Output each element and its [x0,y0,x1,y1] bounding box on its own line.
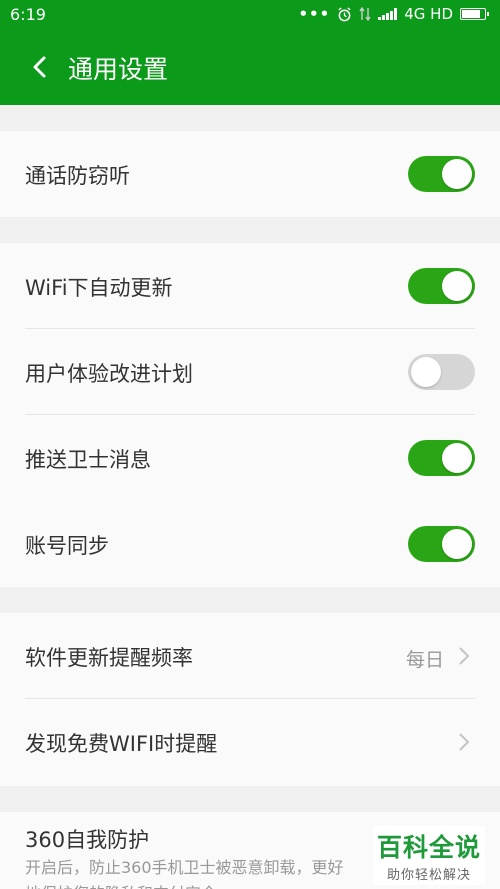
toggle-knob [442,529,472,559]
toggle-switch-user-experience[interactable] [408,354,475,390]
setting-label: 通话防窃听 [25,164,130,188]
more-dots-icon: ••• [298,5,331,23]
alarm-icon [338,6,351,21]
self-protection-description: 开启后，防止360手机卫士被恶意卸载，更好地保护您的隐私和支付安全 [25,858,344,889]
toggle-knob [442,159,472,189]
toggle-knob [442,443,472,473]
watermark-main-text: 百科全说 [376,833,481,862]
back-button[interactable] [22,49,58,85]
setting-label: 账号同步 [25,534,109,558]
setting-label: 软件更新提醒频率 [25,646,193,670]
setting-label: 推送卫士消息 [25,448,151,472]
signal-icon [378,8,398,20]
setting-label: 用户体验改进计划 [25,362,193,386]
setting-row-user-experience[interactable]: 用户体验改进计划 [0,329,500,415]
setting-label: 发现免费WIFI时提醒 [25,732,218,756]
section-reminders: 软件更新提醒频率 每日 发现免费WIFI时提醒 [0,613,500,786]
setting-value: 每日 [405,649,444,671]
setting-row-push-messages[interactable]: 推送卫士消息 [0,415,500,501]
toggle-switch-push-messages[interactable] [408,440,475,476]
status-bar: 6:19 ••• 4G HD [0,0,500,30]
setting-label: WiFi下自动更新 [25,276,173,300]
status-time: 6:19 [10,5,46,24]
section-call: 通话防窃听 [0,131,500,217]
toggle-switch-call-anti-eavesdrop[interactable] [408,156,475,192]
section-general: WiFi下自动更新 用户体验改进计划 推送卫士消息 账号同步 [0,243,500,587]
toggle-knob [411,357,441,387]
battery-icon [460,8,489,20]
chevron-right-icon [459,647,470,665]
network-label: 4G HD [404,5,453,23]
data-arrows-icon [359,7,371,21]
watermark-sub-text: 助你轻松解决 [386,868,471,883]
setting-row-free-wifi-reminder[interactable]: 发现免费WIFI时提醒 [0,699,500,785]
setting-row-wifi-auto-update[interactable]: WiFi下自动更新 [0,243,500,329]
setting-row-call-anti-eavesdrop[interactable]: 通话防窃听 [0,131,500,217]
setting-row-update-frequency[interactable]: 软件更新提醒频率 每日 [0,613,500,699]
watermark-logo: 百科全说 助你轻松解决 [372,826,485,885]
setting-row-account-sync[interactable]: 账号同步 [0,501,500,587]
toggle-knob [442,271,472,301]
status-icons: ••• 4G HD [298,5,489,23]
self-protection-title: 360自我防护 [25,828,150,852]
toggle-switch-wifi-auto-update[interactable] [408,268,475,304]
app-bar: 通用设置 [0,30,500,105]
page-title: 通用设置 [68,55,169,84]
chevron-left-icon [33,56,46,78]
chevron-right-icon [459,733,470,751]
toggle-switch-account-sync[interactable] [408,526,475,562]
